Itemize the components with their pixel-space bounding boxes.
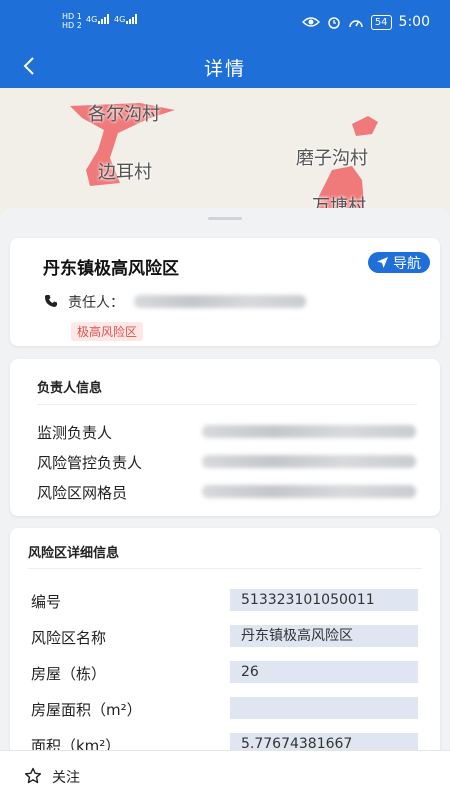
risk-control-lead-value-redacted	[202, 455, 416, 468]
signal-bars-2-icon	[126, 14, 137, 24]
area-name-field: 丹东镇极高风险区	[230, 625, 418, 647]
signal-bars-icon	[98, 14, 109, 24]
page-title: 详情	[203, 58, 246, 80]
speed-icon	[349, 20, 363, 28]
code-label: 编号	[31, 593, 62, 611]
responsible-person-value-redacted	[134, 295, 306, 308]
follow-button[interactable]: 关注	[52, 767, 80, 787]
signal-indicators: HD 1 HD 2 4G 4G	[62, 12, 137, 30]
clock: 5:00	[398, 14, 430, 30]
phone-icon	[45, 295, 57, 307]
grid-member-label: 风险区网格员	[37, 484, 128, 502]
house-area-field	[230, 697, 418, 719]
top-navigation-bar: 详情	[0, 44, 450, 88]
star-outline-icon[interactable]	[24, 767, 42, 785]
alarm-icon	[328, 17, 340, 29]
house-count-label: 房屋（栋）	[31, 665, 107, 683]
hd1-indicator: HD 1	[62, 12, 82, 21]
monitor-lead-value-redacted	[202, 425, 416, 438]
house-area-label: 房屋面积（m²）	[31, 701, 142, 719]
navigation-arrow-icon	[377, 257, 388, 268]
section-divider	[28, 568, 422, 569]
risk-control-lead-label: 风险管控负责人	[37, 454, 143, 472]
map-label-village-2: 边耳村	[98, 162, 152, 183]
detail-sheet: 丹东镇极高风险区 导航 责任人： 极高风险区 负责人信息 监测负责人 风险管控负…	[0, 208, 450, 778]
map-label-village-1: 各尔沟村	[88, 104, 160, 125]
responsible-info-title: 负责人信息	[37, 381, 103, 396]
map-label-village-3: 磨子沟村	[296, 148, 368, 169]
network-1-indicator: 4G	[86, 15, 98, 24]
eye-icon	[301, 17, 320, 27]
risk-level-badge: 极高风险区	[71, 322, 144, 341]
risk-area-detail-card: 风险区详细信息 编号 513323101050011 风险区名称 丹东镇极高风险…	[10, 528, 440, 778]
navigate-label: 导航	[393, 255, 421, 272]
map-view[interactable]: 各尔沟村 边耳村 磨子沟村 万塘村	[0, 88, 450, 218]
risk-area-summary-card: 丹东镇极高风险区 导航 责任人： 极高风险区	[10, 238, 440, 346]
house-count-field: 26	[230, 661, 418, 683]
drag-handle[interactable]	[208, 217, 242, 220]
status-bar: HD 1 HD 2 4G 4G 54 5:00	[0, 0, 450, 44]
risk-area-title: 丹东镇极高风险区	[43, 259, 179, 279]
area-name-label: 风险区名称	[31, 629, 107, 647]
battery-indicator: 54	[370, 14, 392, 30]
navigate-button[interactable]: 导航	[368, 252, 430, 273]
section-divider	[37, 404, 417, 405]
map-regions	[0, 88, 450, 218]
grid-member-value-redacted	[202, 485, 416, 498]
status-right: 54 5:00	[301, 14, 430, 30]
hd2-indicator: HD 2	[62, 21, 82, 30]
network-2-indicator: 4G	[114, 15, 126, 24]
bottom-action-bar: 关注	[0, 750, 450, 800]
code-field: 513323101050011	[230, 589, 418, 611]
responsible-person-label: 责任人：	[68, 295, 124, 311]
detail-info-title: 风险区详细信息	[28, 546, 120, 561]
responsible-info-card: 负责人信息 监测负责人 风险管控负责人 风险区网格员	[10, 359, 440, 516]
monitor-lead-label: 监测负责人	[37, 424, 113, 442]
